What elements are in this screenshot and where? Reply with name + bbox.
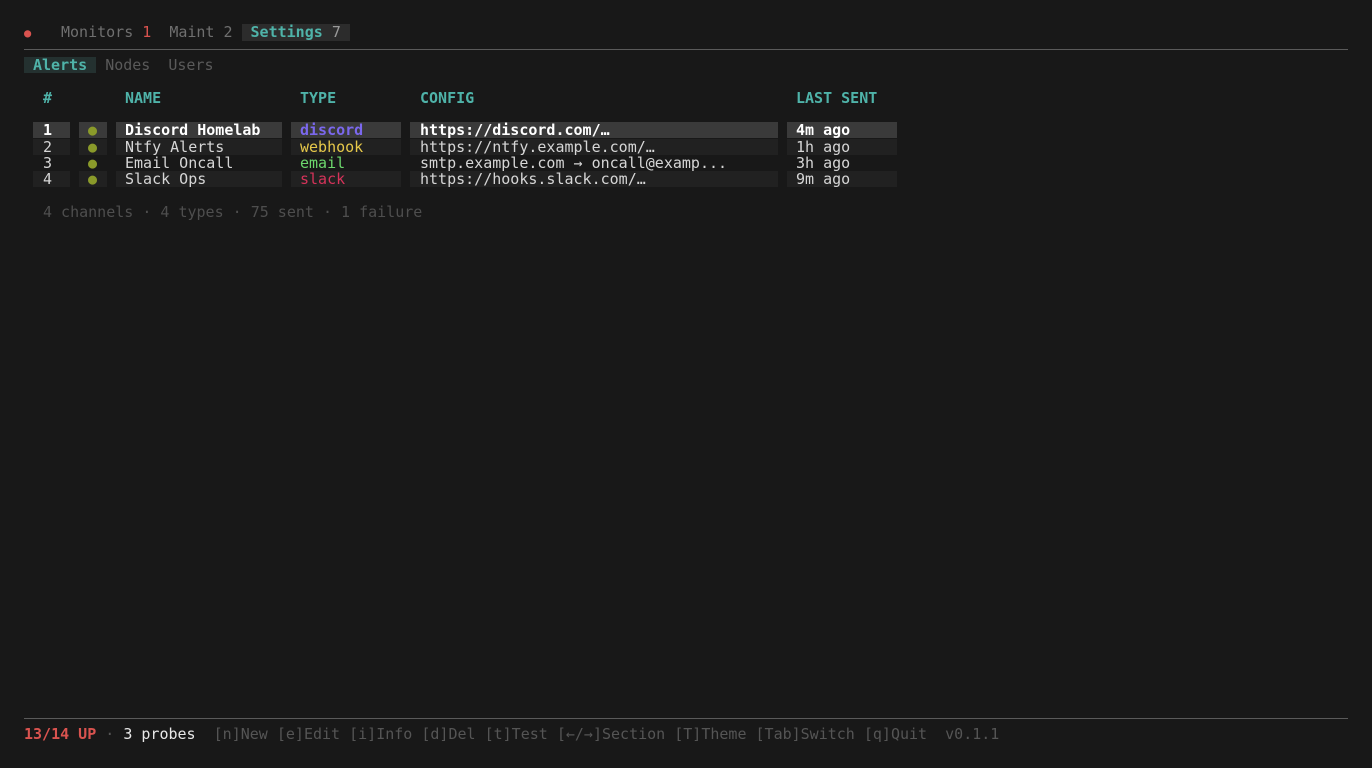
tab-settings-label: Settings xyxy=(250,23,323,41)
tab-maint[interactable]: Maint 2 xyxy=(160,24,241,41)
row-type: email xyxy=(300,154,346,172)
status-dot-icon: ● xyxy=(88,170,98,188)
row-num: 3 xyxy=(43,154,53,172)
row-last-sent: 3h ago xyxy=(796,154,851,172)
row-type: webhook xyxy=(300,138,364,156)
col-header-type: TYPE xyxy=(300,89,337,107)
row-config: https://discord.com/… xyxy=(420,121,610,139)
keybind-hints: [n]New [e]Edit [i]Info [d]Del [t]Test [←… xyxy=(213,725,928,743)
col-header-config: CONFIG xyxy=(420,89,475,107)
col-header-name: NAME xyxy=(125,89,162,107)
row-config: https://ntfy.example.com/… xyxy=(420,138,655,156)
up-count: 13/14 UP xyxy=(24,725,97,743)
row-name: Ntfy Alerts xyxy=(125,138,225,156)
footer-divider xyxy=(24,718,1348,719)
top-tab-bar: ● Monitors 1 Maint 2 Settings 7 xyxy=(24,24,350,41)
col-header-num: # xyxy=(43,89,53,107)
subtab-users[interactable]: Users xyxy=(159,57,222,73)
row-num: 4 xyxy=(43,170,53,188)
row-name: Slack Ops xyxy=(125,170,207,188)
top-divider xyxy=(24,49,1348,50)
status-dot-icon: ● xyxy=(24,25,32,40)
tab-monitors-count: 1 xyxy=(142,23,152,41)
subtab-nodes[interactable]: Nodes xyxy=(96,57,159,73)
row-num: 1 xyxy=(43,121,53,139)
row-type: slack xyxy=(300,170,346,188)
tab-maint-label: Maint xyxy=(169,23,215,41)
col-header-last-sent: LAST SENT xyxy=(796,89,878,107)
probe-count: 3 probes xyxy=(123,725,196,743)
status-dot-icon: ● xyxy=(88,138,98,156)
row-name: Discord Homelab xyxy=(125,121,261,139)
tab-settings[interactable]: Settings 7 xyxy=(241,23,350,41)
row-last-sent: 4m ago xyxy=(796,121,851,139)
tab-monitors-label: Monitors xyxy=(61,23,134,41)
settings-subtabs: Alerts Nodes Users xyxy=(24,57,223,73)
table-summary: 4 channels · 4 types · 75 sent · 1 failu… xyxy=(43,203,423,221)
row-config: smtp.example.com → oncall@examp... xyxy=(420,154,728,172)
tab-maint-count: 2 xyxy=(223,23,233,41)
tab-settings-count: 7 xyxy=(331,23,341,41)
status-dot-icon: ● xyxy=(88,154,98,172)
status-dot-icon: ● xyxy=(88,121,98,139)
tab-monitors[interactable]: Monitors 1 xyxy=(52,24,160,41)
separator: · xyxy=(105,725,115,743)
row-last-sent: 9m ago xyxy=(796,170,851,188)
row-last-sent: 1h ago xyxy=(796,138,851,156)
status-bar: 13/14 UP · 3 probes [n]New [e]Edit [i]In… xyxy=(24,726,999,742)
row-type: discord xyxy=(300,121,364,139)
subtab-alerts[interactable]: Alerts xyxy=(24,57,97,73)
row-num: 2 xyxy=(43,138,53,156)
row-name: Email Oncall xyxy=(125,154,234,172)
row-config: https://hooks.slack.com/… xyxy=(420,170,646,188)
app-version: v0.1.1 xyxy=(945,725,1000,743)
